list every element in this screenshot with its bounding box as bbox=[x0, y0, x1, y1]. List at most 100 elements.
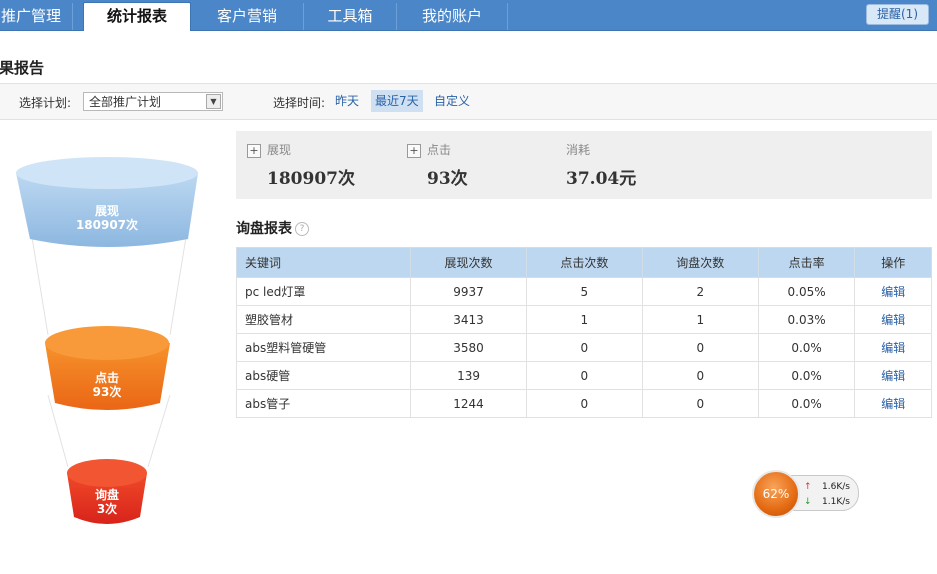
plan-label: 选择计划: bbox=[19, 96, 72, 110]
cell-clicks: 0 bbox=[525, 361, 643, 390]
cost-label: 消耗 bbox=[566, 143, 591, 157]
cell-impressions: 139 bbox=[410, 361, 527, 390]
summary-impressions: + 展现 180907次 bbox=[247, 141, 397, 191]
col-impressions: 展现次数 bbox=[410, 247, 527, 278]
tab-tools[interactable]: 工具箱 bbox=[304, 3, 397, 30]
funnel-middle-cap bbox=[45, 326, 169, 360]
tab-reports[interactable]: 统计报表 bbox=[83, 2, 191, 31]
funnel-middle-value: 93次 bbox=[92, 385, 122, 399]
tab-marketing[interactable]: 客户营销 bbox=[191, 3, 304, 30]
time-custom-link[interactable]: 自定义 bbox=[430, 90, 474, 112]
cell-ctr: 0.05% bbox=[757, 277, 856, 306]
upload-speed-value: 1.6K/s bbox=[822, 482, 850, 492]
cell-keyword: 塑胶管材 bbox=[235, 305, 412, 334]
cell-ctr: 0.0% bbox=[757, 361, 856, 390]
cell-inquiries: 2 bbox=[641, 277, 759, 306]
col-clicks: 点击次数 bbox=[525, 247, 643, 278]
cell-action: 编辑 bbox=[854, 277, 932, 306]
col-inquiries: 询盘次数 bbox=[641, 247, 759, 278]
cell-inquiries: 0 bbox=[641, 389, 759, 418]
table-row: abs塑料管硬管 3580 0 0 0.0% 编辑 bbox=[235, 333, 932, 362]
funnel-top-label: 展现 180907次 bbox=[7, 204, 207, 232]
funnel-bottom-name: 询盘 bbox=[94, 488, 119, 502]
cell-ctr: 0.03% bbox=[757, 305, 856, 334]
summary-clicks: + 点击 93次 bbox=[407, 141, 557, 191]
funnel-top-cap bbox=[16, 157, 198, 189]
top-nav: 推广管理 统计报表 客户营销 工具箱 我的账户 提醒(1) bbox=[0, 0, 937, 31]
cell-inquiries: 0 bbox=[641, 361, 759, 390]
cell-ctr: 0.0% bbox=[757, 333, 856, 362]
arrow-down-icon: ↓ bbox=[804, 497, 812, 507]
cell-clicks: 0 bbox=[525, 333, 643, 362]
cell-action: 编辑 bbox=[854, 333, 932, 362]
funnel-top-value: 180907次 bbox=[75, 218, 139, 232]
arrow-up-icon: ↑ bbox=[804, 482, 812, 492]
cell-clicks: 5 bbox=[525, 277, 643, 306]
cell-action: 编辑 bbox=[854, 389, 932, 418]
col-action: 操作 bbox=[854, 247, 932, 278]
edit-link[interactable]: 编辑 bbox=[881, 369, 905, 383]
funnel-chart: 展现 180907次 点击 93次 询盘 3次 bbox=[10, 145, 210, 535]
tab-account[interactable]: 我的账户 bbox=[397, 3, 508, 30]
table-row: 塑胶管材 3413 1 1 0.03% 编辑 bbox=[235, 305, 932, 334]
col-keyword: 关键词 bbox=[235, 247, 412, 278]
time-yesterday-link[interactable]: 昨天 bbox=[331, 90, 363, 112]
edit-link[interactable]: 编辑 bbox=[881, 397, 905, 411]
help-icon[interactable]: ? bbox=[295, 222, 309, 236]
cell-clicks: 0 bbox=[525, 389, 643, 418]
cell-impressions: 3413 bbox=[410, 305, 527, 334]
report-title: 询盘报表? bbox=[236, 218, 309, 238]
cell-keyword: abs硬管 bbox=[235, 361, 412, 390]
clicks-label: 点击 bbox=[427, 143, 452, 157]
filter-bar: 选择计划: 全部推广计划 ▼ 选择时间: 昨天 最近7天 自定义 bbox=[0, 83, 937, 120]
cell-impressions: 3580 bbox=[410, 333, 527, 362]
cell-keyword: pc led灯罩 bbox=[235, 277, 412, 306]
chevron-down-icon[interactable]: ▼ bbox=[206, 94, 221, 109]
funnel-middle-name: 点击 bbox=[94, 371, 119, 385]
cell-impressions: 1244 bbox=[410, 389, 527, 418]
funnel-bottom-value: 3次 bbox=[96, 502, 118, 516]
inquiry-report-table: 关键词 展现次数 点击次数 询盘次数 点击率 操作 pc led灯罩 9937 … bbox=[235, 247, 932, 418]
cell-impressions: 9937 bbox=[410, 277, 527, 306]
summary-box: + 展现 180907次 + 点击 93次 消耗 37.04元 bbox=[236, 131, 932, 199]
plan-select-value: 全部推广计划 bbox=[89, 95, 162, 109]
table-row: pc led灯罩 9937 5 2 0.05% 编辑 bbox=[235, 277, 932, 306]
report-title-text: 询盘报表 bbox=[236, 221, 292, 237]
cell-inquiries: 1 bbox=[641, 305, 759, 334]
tab-promotion[interactable]: 推广管理 bbox=[0, 3, 73, 30]
time-last7days-link[interactable]: 最近7天 bbox=[371, 90, 423, 112]
cell-inquiries: 0 bbox=[641, 333, 759, 362]
table-row: abs管子 1244 0 0 0.0% 编辑 bbox=[235, 389, 932, 418]
plan-select[interactable]: 全部推广计划 ▼ bbox=[83, 92, 223, 111]
cell-action: 编辑 bbox=[854, 361, 932, 390]
network-speed-widget[interactable]: 62% ↑ 1.6K/s ↓ 1.1K/s bbox=[752, 470, 859, 518]
funnel-bottom-cap bbox=[67, 459, 147, 487]
edit-link[interactable]: 编辑 bbox=[881, 341, 905, 355]
summary-cost: 消耗 37.04元 bbox=[566, 141, 716, 191]
time-label: 选择时间: bbox=[273, 96, 326, 110]
cell-action: 编辑 bbox=[854, 305, 932, 334]
funnel-middle-label: 点击 93次 bbox=[7, 371, 207, 399]
cost-value: 37.04元 bbox=[566, 169, 637, 189]
edit-link[interactable]: 编辑 bbox=[881, 285, 905, 299]
clicks-value: 93次 bbox=[427, 169, 468, 189]
cell-keyword: abs塑料管硬管 bbox=[235, 333, 412, 362]
impressions-value: 180907次 bbox=[267, 169, 355, 189]
remind-button[interactable]: 提醒(1) bbox=[866, 4, 929, 25]
cell-keyword: abs管子 bbox=[235, 389, 412, 418]
col-ctr: 点击率 bbox=[757, 247, 856, 278]
speed-percent-ball[interactable]: 62% bbox=[752, 470, 800, 518]
upload-speed: ↑ 1.6K/s bbox=[804, 482, 850, 492]
funnel-top-name: 展现 bbox=[94, 204, 119, 218]
expand-clicks-icon[interactable]: + bbox=[407, 144, 421, 158]
page-title: 效果报告 bbox=[0, 59, 45, 77]
expand-impressions-icon[interactable]: + bbox=[247, 144, 261, 158]
download-speed-value: 1.1K/s bbox=[822, 497, 850, 507]
table-row: abs硬管 139 0 0 0.0% 编辑 bbox=[235, 361, 932, 390]
cell-clicks: 1 bbox=[525, 305, 643, 334]
edit-link[interactable]: 编辑 bbox=[881, 313, 905, 327]
download-speed: ↓ 1.1K/s bbox=[804, 497, 850, 507]
cell-ctr: 0.0% bbox=[757, 389, 856, 418]
impressions-label: 展现 bbox=[267, 143, 292, 157]
table-header-row: 关键词 展现次数 点击次数 询盘次数 点击率 操作 bbox=[235, 247, 932, 278]
